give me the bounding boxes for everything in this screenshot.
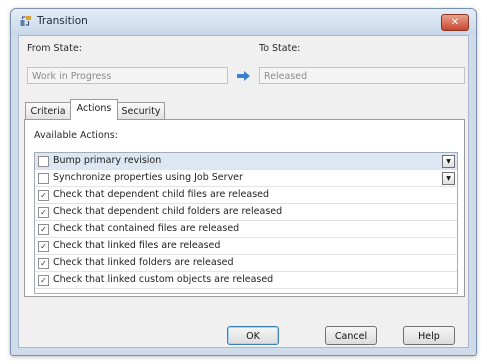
list-item[interactable]: Synchronize properties using Job Server … [35,170,457,187]
action-label: Check that linked custom objects are rel… [53,274,274,285]
from-state-field[interactable]: Work in Progress [27,67,228,84]
available-actions-heading: Available Actions: [34,130,118,141]
help-button[interactable]: Help [403,326,455,345]
action-checkbox[interactable] [38,156,49,167]
action-label: Check that dependent child files are rel… [53,189,270,200]
tab-security[interactable]: Security [117,102,165,119]
title-bar[interactable]: Transition ✕ [11,9,476,35]
action-label: Check that linked folders are released [53,257,234,268]
list-item[interactable]: ✓ Check that linked custom objects are r… [35,272,457,289]
ok-button[interactable]: OK [227,326,279,345]
chevron-down-icon[interactable]: ▼ [442,172,455,185]
list-item[interactable]: ✓ Check that dependent child files are r… [35,187,457,204]
to-state-label: To State: [259,43,301,54]
tab-criteria[interactable]: Criteria [25,102,71,119]
transition-dialog: Transition ✕ From State: Work in Progres… [10,8,477,356]
transition-icon [20,16,31,26]
actions-list[interactable]: Bump primary revision ▼ Synchronize prop… [34,152,458,294]
action-label: Check that dependent child folders are r… [53,206,283,217]
action-checkbox[interactable]: ✓ [38,258,49,269]
list-item[interactable]: ✓ Check that linked files are released [35,238,457,255]
list-item[interactable]: ✓ Check that contained files are release… [35,221,457,238]
action-checkbox[interactable]: ✓ [38,207,49,218]
action-checkbox[interactable]: ✓ [38,275,49,286]
close-icon: ✕ [450,17,460,28]
list-item[interactable]: ✓ Check that linked folders are released [35,255,457,272]
list-item[interactable]: Bump primary revision ▼ [35,153,457,170]
list-item[interactable]: ✓ Check that dependent child folders are… [35,204,457,221]
action-label: Synchronize properties using Job Server [53,172,243,183]
chevron-down-icon[interactable]: ▼ [442,155,455,168]
cancel-button[interactable]: Cancel [325,326,377,345]
dialog-body: From State: Work in Progress To State: R… [18,35,469,348]
tab-actions[interactable]: Actions [70,99,118,120]
window-title: Transition [37,15,88,27]
action-checkbox[interactable]: ✓ [38,241,49,252]
to-state-field[interactable]: Released [259,67,465,84]
action-label: Bump primary revision [53,155,162,166]
action-checkbox[interactable] [38,173,49,184]
close-button[interactable]: ✕ [441,14,469,31]
from-state-label: From State: [27,43,82,54]
action-label: Check that linked files are released [53,240,221,251]
action-checkbox[interactable]: ✓ [38,224,49,235]
right-arrow-icon [237,71,250,81]
action-label: Check that contained files are released [53,223,240,234]
action-checkbox[interactable]: ✓ [38,190,49,201]
actions-panel: Available Actions: Bump primary revision… [24,119,465,297]
